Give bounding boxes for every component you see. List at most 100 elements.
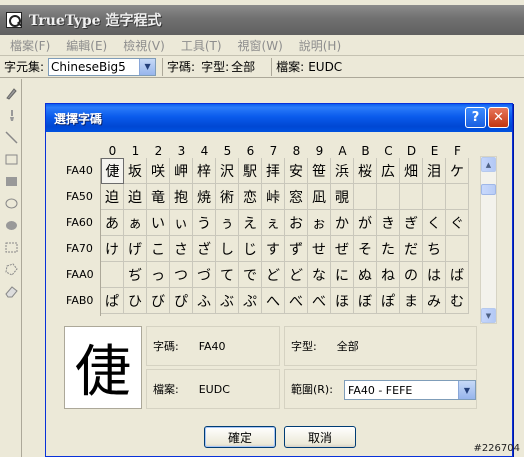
- char-cell[interactable]: た: [377, 236, 400, 262]
- char-cell[interactable]: い: [147, 210, 170, 236]
- char-cell[interactable]: 術: [216, 184, 239, 210]
- char-cell[interactable]: 畑: [400, 158, 423, 184]
- char-cell[interactable]: [446, 236, 469, 262]
- char-cell[interactable]: [423, 184, 446, 210]
- char-cell[interactable]: な: [308, 262, 331, 288]
- char-cell[interactable]: じ: [239, 236, 262, 262]
- char-cell[interactable]: こ: [147, 236, 170, 262]
- char-cell[interactable]: 拝: [262, 158, 285, 184]
- char-cell[interactable]: 坂: [124, 158, 147, 184]
- char-cell[interactable]: ぎ: [400, 210, 423, 236]
- char-cell[interactable]: 抱: [170, 184, 193, 210]
- char-cell[interactable]: 浜: [331, 158, 354, 184]
- char-cell[interactable]: へ: [262, 288, 285, 314]
- char-cell[interactable]: ぬ: [354, 262, 377, 288]
- ellipse-icon[interactable]: [5, 197, 18, 210]
- char-cell[interactable]: 駅: [239, 158, 262, 184]
- char-cell[interactable]: ふ: [193, 288, 216, 314]
- char-cell[interactable]: す: [262, 236, 285, 262]
- chevron-down-icon[interactable]: ▼: [139, 58, 156, 75]
- ok-button[interactable]: 確定: [204, 426, 276, 448]
- char-cell[interactable]: ど: [262, 262, 285, 288]
- char-cell[interactable]: 迫: [101, 184, 124, 210]
- char-cell[interactable]: 咲: [147, 158, 170, 184]
- char-cell[interactable]: お: [285, 210, 308, 236]
- char-cell[interactable]: べ: [285, 288, 308, 314]
- char-cell[interactable]: ち: [423, 236, 446, 262]
- filled-ellipse-icon[interactable]: [5, 219, 18, 232]
- char-cell[interactable]: せ: [308, 236, 331, 262]
- eraser-icon[interactable]: [5, 285, 18, 298]
- char-cell[interactable]: [101, 262, 124, 288]
- char-cell[interactable]: ぶ: [216, 288, 239, 314]
- char-cell[interactable]: に: [331, 262, 354, 288]
- char-cell[interactable]: あ: [101, 210, 124, 236]
- char-cell[interactable]: む: [446, 288, 469, 314]
- char-cell[interactable]: 凪: [308, 184, 331, 210]
- char-cell[interactable]: 竜: [147, 184, 170, 210]
- char-cell[interactable]: ず: [285, 236, 308, 262]
- line-icon[interactable]: [5, 131, 18, 144]
- char-cell[interactable]: 焼: [193, 184, 216, 210]
- menu-file[interactable]: 檔案(F): [10, 37, 50, 54]
- char-cell[interactable]: で: [239, 262, 262, 288]
- char-cell[interactable]: ぴ: [170, 288, 193, 314]
- char-cell[interactable]: み: [423, 288, 446, 314]
- char-cell[interactable]: 峠: [262, 184, 285, 210]
- char-cell[interactable]: 広: [377, 158, 400, 184]
- char-cell[interactable]: か: [331, 210, 354, 236]
- char-cell[interactable]: 笹: [308, 158, 331, 184]
- char-cell[interactable]: 恋: [239, 184, 262, 210]
- rect-select-icon[interactable]: [5, 241, 18, 254]
- char-cell[interactable]: ざ: [193, 236, 216, 262]
- char-cell[interactable]: ひ: [124, 288, 147, 314]
- char-cell[interactable]: ぱ: [101, 288, 124, 314]
- scroll-down-button[interactable]: ▼: [481, 308, 496, 323]
- char-cell[interactable]: 覗: [331, 184, 354, 210]
- char-cell[interactable]: ぷ: [239, 288, 262, 314]
- menu-view[interactable]: 檢視(V): [123, 37, 165, 54]
- char-cell[interactable]: だ: [400, 236, 423, 262]
- char-cell[interactable]: つ: [170, 262, 193, 288]
- char-cell[interactable]: し: [216, 236, 239, 262]
- menu-help[interactable]: 說明(H): [299, 37, 341, 54]
- char-cell[interactable]: て: [216, 262, 239, 288]
- char-cell[interactable]: の: [400, 262, 423, 288]
- menu-edit[interactable]: 編輯(E): [66, 37, 107, 54]
- char-cell[interactable]: そ: [354, 236, 377, 262]
- char-cell[interactable]: 梓: [193, 158, 216, 184]
- char-cell[interactable]: け: [101, 236, 124, 262]
- char-cell[interactable]: ね: [377, 262, 400, 288]
- char-cell[interactable]: [400, 184, 423, 210]
- char-cell[interactable]: び: [147, 288, 170, 314]
- char-cell[interactable]: ぇ: [262, 210, 285, 236]
- char-cell[interactable]: 泪: [423, 158, 446, 184]
- char-cell[interactable]: づ: [193, 262, 216, 288]
- char-cell[interactable]: ぃ: [170, 210, 193, 236]
- range-select[interactable]: FA40 - FEFE ▼: [344, 380, 476, 400]
- char-cell[interactable]: ぅ: [216, 210, 239, 236]
- menu-tools[interactable]: 工具(T): [181, 37, 222, 54]
- char-cell[interactable]: [377, 184, 400, 210]
- scroll-thumb[interactable]: [481, 184, 496, 195]
- char-cell[interactable]: ぢ: [124, 262, 147, 288]
- char-cell[interactable]: ぜ: [331, 236, 354, 262]
- char-cell[interactable]: 窓: [285, 184, 308, 210]
- char-cell[interactable]: ほ: [331, 288, 354, 314]
- pencil-icon[interactable]: [5, 87, 18, 100]
- char-cell[interactable]: げ: [124, 236, 147, 262]
- char-cell[interactable]: さ: [170, 236, 193, 262]
- filled-rectangle-icon[interactable]: [5, 175, 18, 188]
- chevron-down-icon[interactable]: ▼: [458, 381, 475, 399]
- char-cell[interactable]: ぉ: [308, 210, 331, 236]
- char-cell[interactable]: ば: [446, 262, 469, 288]
- char-cell[interactable]: ま: [400, 288, 423, 314]
- grid-scrollbar[interactable]: ▲ ▼: [480, 156, 497, 324]
- char-cell[interactable]: う: [193, 210, 216, 236]
- char-cell[interactable]: ぐ: [446, 210, 469, 236]
- help-button[interactable]: ?: [465, 107, 486, 128]
- char-cell[interactable]: 倢: [101, 158, 124, 184]
- char-cell[interactable]: ぽ: [377, 288, 400, 314]
- freeform-select-icon[interactable]: [5, 263, 18, 276]
- charset-select[interactable]: ChineseBig5 ▼: [48, 57, 157, 76]
